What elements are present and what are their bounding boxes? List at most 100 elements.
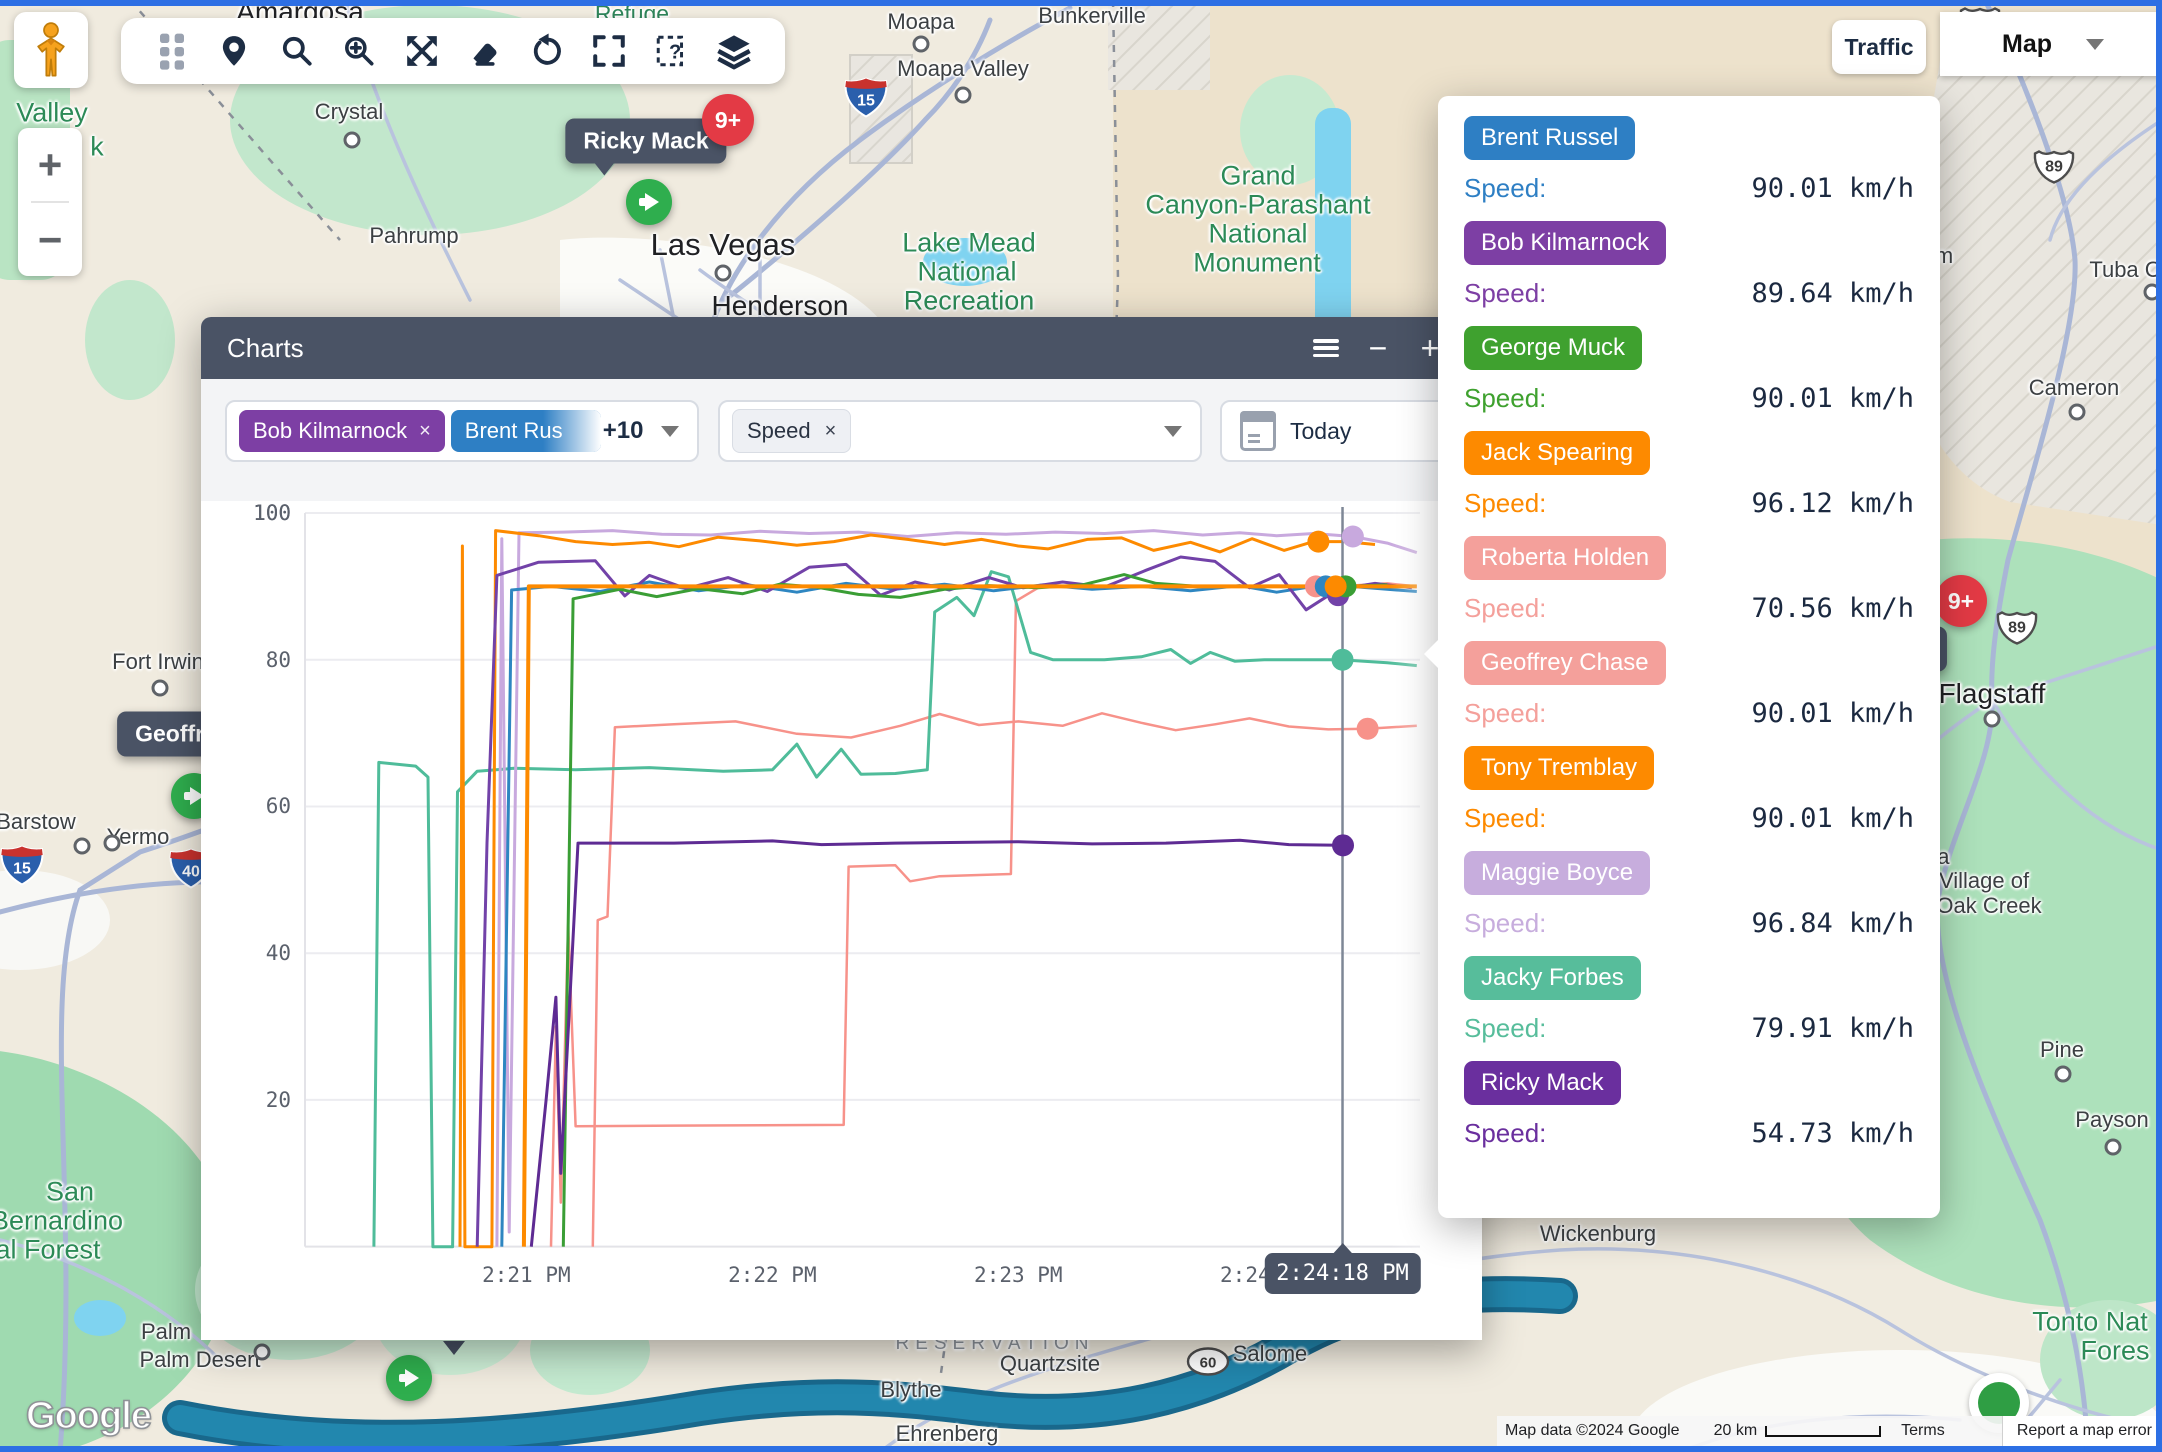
driver-chip-brent[interactable]: Brent Rus [451, 410, 601, 452]
charts-filter-row: Bob Kilmarnock × Brent Rus +10 Speed × T… [201, 379, 1482, 502]
map-label: Quartzsite [1000, 1351, 1100, 1377]
remove-chip-icon[interactable]: × [419, 420, 431, 443]
vehicle-marker[interactable] [386, 1355, 432, 1401]
speed-label: Speed: [1464, 698, 1546, 729]
map-label: Valley [16, 98, 88, 129]
speed-label: Speed: [1464, 803, 1546, 834]
remove-chip-icon[interactable]: × [825, 420, 837, 443]
chevron-down-icon [661, 426, 679, 437]
town-dot [955, 87, 972, 104]
map-label: Tuba C [2089, 257, 2160, 283]
map-label: Bunkerville [1038, 3, 1146, 29]
metric-filter-dropdown[interactable]: Speed × [718, 400, 1202, 462]
zoom-out-button[interactable]: − [18, 203, 82, 276]
driver-chip[interactable]: Roberta Holden [1464, 536, 1666, 580]
driver-speed-row: Speed:90.01 km/h [1464, 383, 1914, 414]
svg-text:40: 40 [182, 864, 200, 881]
pegman-control[interactable] [14, 12, 88, 88]
location-pin-icon[interactable] [212, 29, 256, 73]
map-label: Village of [1939, 868, 2029, 894]
speed-value: 90.01 km/h [1751, 173, 1914, 204]
speed-label: Speed: [1464, 278, 1546, 309]
driver-speed-row: Speed:96.12 km/h [1464, 488, 1914, 519]
metric-chip-speed[interactable]: Speed × [732, 409, 851, 453]
driver-chip[interactable]: Ricky Mack [1464, 1061, 1621, 1105]
map-label: Wickenburg [1540, 1221, 1656, 1247]
zoom-in-area-icon[interactable] [337, 29, 381, 73]
map-label: Salome [1233, 1341, 1308, 1367]
driver-chip-bob[interactable]: Bob Kilmarnock × [239, 410, 445, 452]
drivers-filter-dropdown[interactable]: Bob Kilmarnock × Brent Rus +10 [225, 400, 699, 462]
town-dot [2069, 404, 2086, 421]
driver-chip[interactable]: Bob Kilmarnock [1464, 221, 1666, 265]
traffic-button[interactable]: Traffic [1832, 20, 1926, 74]
speed-label: Speed: [1464, 488, 1546, 519]
terms-link[interactable]: Terms [1901, 1422, 1945, 1440]
expand-arrows-icon[interactable] [400, 29, 444, 73]
driver-speed-row: Speed:90.01 km/h [1464, 803, 1914, 834]
search-icon[interactable] [275, 29, 319, 73]
minimize-icon[interactable]: − [1352, 328, 1404, 368]
report-map-error-link[interactable]: Report a map error [2002, 1416, 2162, 1446]
chart-svg [201, 501, 1482, 1301]
map-label: National [917, 257, 1016, 288]
map-style-dropdown[interactable]: Map [1940, 12, 2162, 76]
cluster-badge[interactable]: 9+ [702, 94, 754, 146]
cluster-badge[interactable]: 9+ [1935, 575, 1987, 627]
highway-shield-60: 60 [1186, 1347, 1230, 1382]
speed-label: Speed: [1464, 1013, 1546, 1044]
driver-speed-row: Speed:70.56 km/h [1464, 593, 1914, 624]
driver-chip[interactable]: Tony Tremblay [1464, 746, 1654, 790]
hidden-label-tail [443, 1341, 465, 1355]
speed-chart[interactable]: 204060801001002:21 PM2:22 PM2:23 PM2:24 … [201, 501, 1482, 1340]
driver-chip[interactable]: Brent Russel [1464, 116, 1635, 160]
map-label: Ehrenberg [896, 1421, 999, 1447]
date-filter-dropdown[interactable]: Today [1220, 400, 1464, 462]
speed-value: 90.01 km/h [1751, 383, 1914, 414]
driver-chip[interactable]: Jack Spearing [1464, 431, 1650, 475]
driver-chip[interactable]: George Muck [1464, 326, 1642, 370]
map-label: Cameron [2029, 375, 2119, 401]
driver-speed-row: Speed:96.84 km/h [1464, 908, 1914, 939]
driver-speed-row: Speed:89.64 km/h [1464, 278, 1914, 309]
menu-icon[interactable] [1300, 328, 1352, 368]
town-dot [2105, 1139, 2122, 1156]
drag-handle-icon[interactable] [150, 29, 194, 73]
driver-chip[interactable]: Maggie Boyce [1464, 851, 1650, 895]
charts-panel-header[interactable]: Charts − + [201, 317, 1482, 379]
fullscreen-icon[interactable] [587, 29, 631, 73]
series-jacky-forbes [374, 572, 1417, 1247]
series-brent-russel [502, 582, 1417, 1247]
y-axis-tick: 80 [266, 648, 291, 672]
map-label: Flagstaff [1939, 678, 2046, 710]
series-roberta-holden [593, 713, 1417, 1246]
driver-chip[interactable]: Geoffrey Chase [1464, 641, 1666, 685]
more-drivers-count: +10 [603, 417, 644, 445]
select-area-icon[interactable]: ? [650, 29, 694, 73]
svg-text:89: 89 [2045, 159, 2063, 176]
map-zoom-control: + − [18, 128, 82, 276]
zoom-in-button[interactable]: + [18, 128, 82, 201]
highway-shield-89: 89 [2033, 146, 2075, 191]
driver-chip[interactable]: Jacky Forbes [1464, 956, 1641, 1000]
speed-value: 90.01 km/h [1751, 698, 1914, 729]
undo-icon[interactable] [525, 29, 569, 73]
chevron-down-icon [1164, 426, 1182, 437]
svg-text:?: ? [669, 41, 681, 63]
x-axis-tick: 2:21 PM [482, 1263, 571, 1287]
map-label: National [1208, 219, 1307, 250]
map-label: Palm [141, 1319, 191, 1345]
map-label: Moapa Valley [897, 56, 1029, 82]
map-label: Tonto Nat [2032, 1307, 2148, 1338]
google-logo: Google [26, 1395, 151, 1438]
highway-shield-15: 15 [0, 845, 45, 892]
chevron-down-icon [2086, 39, 2104, 50]
eraser-icon[interactable] [462, 29, 506, 73]
map-label: San [46, 1177, 94, 1208]
map-label: Pahrump [369, 223, 458, 249]
series-maggie-boyce [497, 531, 1417, 1247]
crosshair-time-tooltip: 2:24:18 PM [1264, 1253, 1420, 1294]
vehicle-marker[interactable] [626, 179, 672, 225]
series-tony-tremblay [524, 586, 1417, 1246]
layers-icon[interactable] [712, 29, 756, 73]
